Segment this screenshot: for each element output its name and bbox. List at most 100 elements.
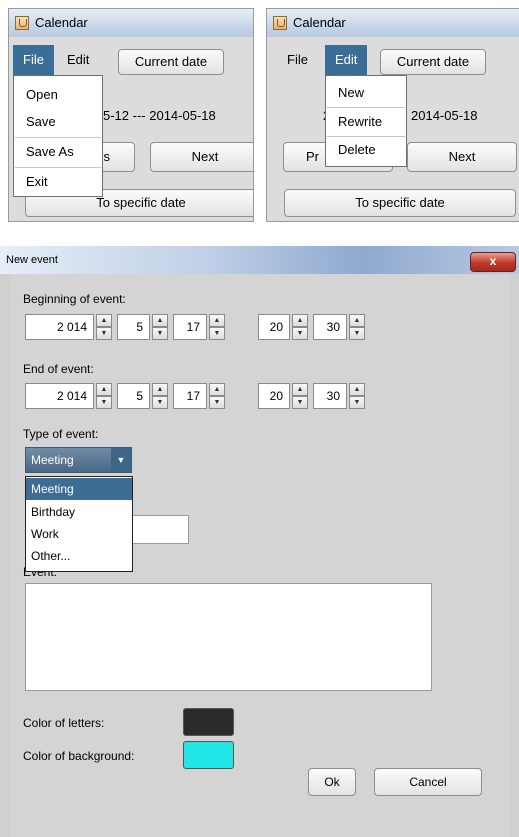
spin-down-icon[interactable]: ▼: [292, 327, 308, 340]
type-option-birthday[interactable]: Birthday: [26, 501, 132, 523]
spin-down-icon[interactable]: ▼: [152, 396, 168, 409]
spinner-arrows[interactable]: ▲ ▼: [209, 314, 225, 340]
spinner-arrows[interactable]: ▲ ▼: [96, 383, 112, 409]
calendar-window-file-menu: Calendar File Edit Current date 5-12 ---…: [8, 8, 254, 222]
title-bar: Calendar: [267, 9, 519, 37]
next-button[interactable]: Next: [150, 142, 253, 172]
end-label: End of event:: [23, 362, 94, 376]
dialog-body: Beginning of event: 2 014 ▲ ▼ 5 ▲ ▼ 17 ▲ ▼ …: [10, 274, 510, 837]
spin-up-icon[interactable]: ▲: [292, 314, 308, 327]
type-option-other[interactable]: Other...: [26, 545, 132, 567]
menu-file[interactable]: File: [13, 45, 54, 75]
menu-item-save[interactable]: Save: [14, 109, 102, 135]
spin-down-icon[interactable]: ▼: [349, 327, 365, 340]
end-month-field[interactable]: 5: [117, 383, 150, 409]
window-title: Calendar: [35, 15, 88, 30]
menu-edit[interactable]: Edit: [325, 45, 368, 75]
spinner-arrows[interactable]: ▲ ▼: [292, 314, 308, 340]
specific-date-button[interactable]: To specific date: [284, 189, 516, 217]
begin-year-field[interactable]: 2 014: [25, 314, 94, 340]
cancel-button[interactable]: Cancel: [374, 768, 482, 796]
spin-down-icon[interactable]: ▼: [96, 327, 112, 340]
spin-up-icon[interactable]: ▲: [349, 314, 365, 327]
java-app-icon: [15, 16, 29, 30]
spin-down-icon[interactable]: ▼: [349, 396, 365, 409]
current-date-button[interactable]: Current date: [118, 49, 224, 75]
spin-up-icon[interactable]: ▲: [292, 383, 308, 396]
spin-up-icon[interactable]: ▲: [152, 383, 168, 396]
dialog-title: New event: [6, 254, 58, 266]
end-day-spinner[interactable]: 17 ▲ ▼: [173, 383, 225, 409]
end-year-field[interactable]: 2 014: [25, 383, 94, 409]
spinner-arrows[interactable]: ▲ ▼: [349, 383, 365, 409]
menu-item-exit[interactable]: Exit: [14, 169, 102, 195]
current-date-button[interactable]: Current date: [380, 49, 486, 75]
type-option-work[interactable]: Work: [26, 523, 132, 545]
end-month-spinner[interactable]: 5 ▲ ▼: [117, 383, 168, 409]
menu-item-rewrite[interactable]: Rewrite: [326, 109, 406, 135]
color-background-label: Color of background:: [23, 749, 135, 763]
menu-edit[interactable]: Edit: [57, 45, 99, 75]
event-type-value: Meeting: [31, 453, 74, 467]
spinner-arrows[interactable]: ▲ ▼: [292, 383, 308, 409]
spinner-arrows[interactable]: ▲ ▼: [209, 383, 225, 409]
begin-minute-field[interactable]: 30: [313, 314, 347, 340]
file-menu-popup: Open Save Save As Exit: [13, 75, 103, 197]
end-minute-spinner[interactable]: 30 ▲ ▼: [313, 383, 365, 409]
menu-item-new[interactable]: New: [326, 80, 406, 106]
begin-month-field[interactable]: 5: [117, 314, 150, 340]
begin-minute-spinner[interactable]: 30 ▲ ▼: [313, 314, 365, 340]
close-icon[interactable]: x: [470, 252, 516, 272]
spin-down-icon[interactable]: ▼: [152, 327, 168, 340]
date-range-label: 5-12 --- 2014-05-18: [103, 108, 216, 123]
ok-button[interactable]: Ok: [308, 768, 356, 796]
date-range-right: 2014-05-18: [411, 108, 478, 123]
spin-up-icon[interactable]: ▲: [96, 314, 112, 327]
spin-up-icon[interactable]: ▲: [209, 314, 225, 327]
type-option-meeting[interactable]: Meeting: [26, 478, 132, 500]
begin-day-spinner[interactable]: 17 ▲ ▼: [173, 314, 225, 340]
begin-year-spinner[interactable]: 2 014 ▲ ▼: [25, 314, 112, 340]
menu-item-delete[interactable]: Delete: [326, 137, 406, 163]
spinner-arrows[interactable]: ▲ ▼: [152, 314, 168, 340]
begin-hour-field[interactable]: 20: [258, 314, 290, 340]
spin-down-icon[interactable]: ▼: [209, 327, 225, 340]
spin-up-icon[interactable]: ▲: [96, 383, 112, 396]
color-letters-swatch[interactable]: [183, 708, 234, 736]
event-text-area[interactable]: [25, 583, 432, 691]
menu-item-save-as[interactable]: Save As: [14, 139, 102, 165]
begin-month-spinner[interactable]: 5 ▲ ▼: [117, 314, 168, 340]
end-hour-spinner[interactable]: 20 ▲ ▼: [258, 383, 308, 409]
beginning-label: Beginning of event:: [23, 292, 126, 306]
title-bar: Calendar: [9, 9, 253, 37]
end-minute-field[interactable]: 30: [313, 383, 347, 409]
menu-item-open[interactable]: Open: [14, 82, 102, 108]
spinner-arrows[interactable]: ▲ ▼: [96, 314, 112, 340]
window-title: Calendar: [293, 15, 346, 30]
event-type-combo[interactable]: Meeting ▼: [25, 447, 132, 473]
spin-down-icon[interactable]: ▼: [96, 396, 112, 409]
spin-up-icon[interactable]: ▲: [152, 314, 168, 327]
color-background-swatch[interactable]: [183, 741, 234, 769]
end-day-field[interactable]: 17: [173, 383, 207, 409]
spin-up-icon[interactable]: ▲: [349, 383, 365, 396]
color-letters-label: Color of letters:: [23, 716, 105, 730]
chevron-down-icon[interactable]: ▼: [111, 448, 131, 472]
new-event-dialog: New event x Beginning of event: 2 014 ▲ ▼…: [0, 246, 519, 837]
spinner-arrows[interactable]: ▲ ▼: [349, 314, 365, 340]
begin-day-field[interactable]: 17: [173, 314, 207, 340]
begin-hour-spinner[interactable]: 20 ▲ ▼: [258, 314, 308, 340]
menu-separator: [327, 107, 405, 108]
spin-down-icon[interactable]: ▼: [292, 396, 308, 409]
next-button[interactable]: Next: [407, 142, 517, 172]
previous-button-label: Pr: [306, 149, 319, 164]
java-app-icon: [273, 16, 287, 30]
spinner-arrows[interactable]: ▲ ▼: [152, 383, 168, 409]
spin-up-icon[interactable]: ▲: [209, 383, 225, 396]
spin-down-icon[interactable]: ▼: [209, 396, 225, 409]
menu-file[interactable]: File: [277, 45, 318, 75]
edit-menu-popup: New Rewrite Delete: [325, 75, 407, 167]
end-hour-field[interactable]: 20: [258, 383, 290, 409]
end-year-spinner[interactable]: 2 014 ▲ ▼: [25, 383, 112, 409]
event-type-dropdown: Meeting Birthday Work Other...: [25, 476, 133, 572]
